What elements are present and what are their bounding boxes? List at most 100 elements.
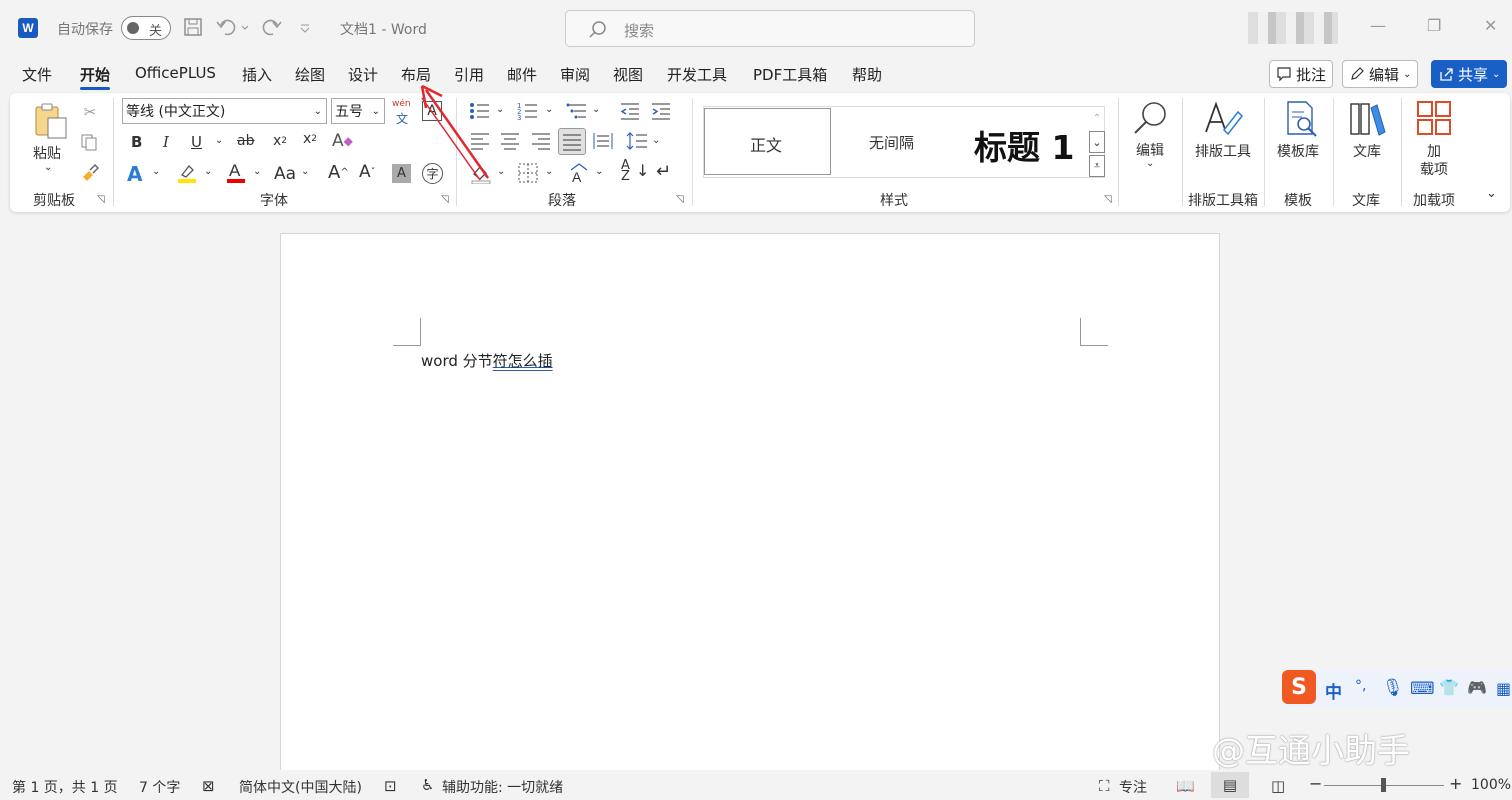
paste-dropdown-icon[interactable]: ⌄ bbox=[44, 162, 52, 173]
page-count[interactable]: 第 1 页，共 1 页 bbox=[12, 777, 118, 797]
microphone-icon[interactable]: 🎙 bbox=[1382, 678, 1404, 698]
addins-button-line1[interactable]: 加 bbox=[1427, 141, 1441, 161]
accessibility-status[interactable]: 辅助功能: 一切就绪 bbox=[442, 777, 563, 797]
character-shading-icon[interactable]: A bbox=[392, 164, 411, 183]
highlight-icon[interactable] bbox=[176, 162, 198, 188]
strikethrough-icon[interactable]: ab bbox=[237, 133, 254, 149]
align-center-icon[interactable] bbox=[500, 132, 520, 154]
template-library-button[interactable]: 模板库 bbox=[1277, 141, 1319, 161]
font-launcher-icon[interactable]: ◹ bbox=[441, 194, 449, 205]
font-size-select[interactable]: 五号 ⌄ bbox=[331, 98, 385, 124]
tab-mailings[interactable]: 邮件 bbox=[507, 64, 537, 85]
clipboard-launcher-icon[interactable]: ◹ bbox=[97, 194, 105, 205]
tab-officeplus[interactable]: OfficePLUS bbox=[135, 64, 216, 82]
customize-qat-icon[interactable] bbox=[299, 20, 311, 39]
addins-button-line2[interactable]: 载项 bbox=[1420, 159, 1448, 179]
shrink-font-icon[interactable]: Aˇ bbox=[359, 162, 376, 182]
share-button[interactable]: 共享 ⌄ bbox=[1431, 60, 1508, 88]
font-color-icon[interactable]: A bbox=[225, 160, 247, 188]
multilevel-list-icon[interactable] bbox=[566, 101, 588, 125]
justify-icon[interactable] bbox=[558, 128, 586, 155]
decrease-indent-icon[interactable] bbox=[619, 101, 641, 125]
superscript-icon[interactable]: x2 bbox=[303, 131, 317, 147]
focus-icon[interactable]: ⛶ bbox=[1099, 777, 1110, 795]
underline-dropdown-icon[interactable]: ⌄ bbox=[215, 135, 223, 146]
borders-dropdown-icon[interactable]: ⌄ bbox=[545, 166, 553, 177]
tab-draw[interactable]: 绘图 bbox=[295, 64, 325, 85]
show-marks-icon[interactable]: ↵ bbox=[656, 161, 671, 182]
web-layout-icon[interactable]: ◫ bbox=[1271, 777, 1285, 795]
find-icon[interactable] bbox=[1132, 100, 1170, 140]
numbering-icon[interactable]: 123 bbox=[517, 101, 539, 125]
save-icon[interactable] bbox=[183, 17, 203, 41]
zoom-in-button[interactable]: + bbox=[1449, 774, 1462, 793]
chinese-layout-icon[interactable]: A bbox=[569, 162, 593, 188]
focus-button[interactable]: 专注 bbox=[1119, 777, 1147, 797]
align-right-icon[interactable] bbox=[531, 132, 551, 154]
multilevel-dropdown-icon[interactable]: ⌄ bbox=[592, 104, 600, 115]
tab-help[interactable]: 帮助 bbox=[852, 64, 882, 85]
template-library-icon[interactable] bbox=[1282, 100, 1320, 142]
underline-icon[interactable]: U bbox=[191, 133, 202, 151]
tab-home[interactable]: 开始 bbox=[80, 64, 111, 90]
editing-dropdown-icon[interactable]: ⌄ bbox=[1146, 158, 1154, 169]
line-spacing-icon[interactable] bbox=[626, 132, 648, 154]
zoom-level[interactable]: 100% bbox=[1471, 777, 1511, 793]
borders-icon[interactable] bbox=[518, 163, 538, 187]
tab-file[interactable]: 文件 bbox=[22, 64, 52, 85]
language-status[interactable]: 简体中文(中国大陆) bbox=[239, 777, 362, 797]
format-painter-icon[interactable] bbox=[80, 163, 100, 187]
undo-icon[interactable] bbox=[215, 16, 251, 42]
bold-icon[interactable]: B bbox=[131, 133, 142, 151]
library-button[interactable]: 文库 bbox=[1353, 141, 1381, 161]
style-heading-1[interactable]: 标题 1 bbox=[974, 121, 1074, 169]
tab-review[interactable]: 审阅 bbox=[560, 64, 590, 85]
comments-button[interactable]: 批注 bbox=[1269, 60, 1334, 88]
document-text[interactable]: word 分节符怎么插 bbox=[421, 350, 553, 371]
close-button[interactable]: ✕ bbox=[1484, 16, 1497, 35]
addins-icon[interactable] bbox=[1416, 100, 1452, 140]
line-spacing-dropdown-icon[interactable]: ⌄ bbox=[652, 135, 660, 146]
collapse-ribbon-icon[interactable]: ⌄ bbox=[1486, 186, 1497, 201]
print-layout-icon[interactable]: ▤ bbox=[1211, 772, 1249, 798]
zoom-out-button[interactable]: − bbox=[1309, 774, 1322, 793]
tab-insert[interactable]: 插入 bbox=[242, 64, 272, 85]
highlight-dropdown-icon[interactable]: ⌄ bbox=[204, 166, 212, 177]
text-effects-dropdown-icon[interactable]: ⌄ bbox=[152, 166, 160, 177]
autosave-toggle[interactable]: 关 bbox=[121, 16, 171, 40]
clear-formatting-icon[interactable]: A ◆ bbox=[332, 131, 353, 151]
change-case-dropdown-icon[interactable]: ⌄ bbox=[301, 166, 309, 177]
editing-button[interactable]: 编辑 bbox=[1136, 140, 1164, 160]
phonetic-guide-button[interactable]: wén bbox=[392, 99, 411, 109]
cut-icon[interactable]: ✂ bbox=[80, 102, 100, 122]
styles-more-icon[interactable]: ⩡ bbox=[1089, 155, 1105, 177]
toolbox-icon[interactable]: ▦ bbox=[1496, 679, 1511, 698]
chinese-layout-dropdown-icon[interactable]: ⌄ bbox=[595, 166, 603, 177]
copy-icon[interactable] bbox=[80, 133, 98, 155]
search-box[interactable]: 搜索 bbox=[565, 10, 975, 47]
zoom-slider-thumb[interactable] bbox=[1381, 778, 1386, 792]
document-page[interactable] bbox=[280, 233, 1220, 793]
tab-developer[interactable]: 开发工具 bbox=[667, 64, 727, 85]
library-icon[interactable] bbox=[1349, 100, 1387, 140]
grow-font-icon[interactable]: A ^ bbox=[328, 162, 349, 183]
tab-pdf-tools[interactable]: PDF工具箱 bbox=[753, 64, 827, 85]
numbering-dropdown-icon[interactable]: ⌄ bbox=[545, 104, 553, 115]
paragraph-launcher-icon[interactable]: ◹ bbox=[676, 194, 684, 205]
increase-indent-icon[interactable] bbox=[650, 101, 672, 125]
redo-icon[interactable] bbox=[259, 16, 283, 42]
user-avatar[interactable] bbox=[1248, 12, 1338, 44]
tab-view[interactable]: 视图 bbox=[613, 64, 643, 85]
tab-design[interactable]: 设计 bbox=[348, 64, 378, 85]
style-no-spacing[interactable]: 无间隔 bbox=[869, 132, 914, 153]
font-name-select[interactable]: 等线 (中文正文) ⌄ bbox=[122, 98, 327, 124]
game-icon[interactable]: 🎮 bbox=[1467, 678, 1487, 697]
subscript-icon[interactable]: x2 bbox=[273, 133, 287, 149]
read-mode-icon[interactable]: 📖 bbox=[1176, 777, 1195, 795]
text-effects-icon[interactable]: A bbox=[127, 162, 142, 186]
restore-button[interactable]: ❐ bbox=[1427, 16, 1441, 35]
keyboard-icon[interactable]: ⌨ bbox=[1410, 679, 1435, 699]
italic-icon[interactable]: I bbox=[163, 133, 169, 151]
macro-icon[interactable]: ⊡ bbox=[384, 777, 397, 795]
paste-button[interactable] bbox=[33, 102, 69, 144]
